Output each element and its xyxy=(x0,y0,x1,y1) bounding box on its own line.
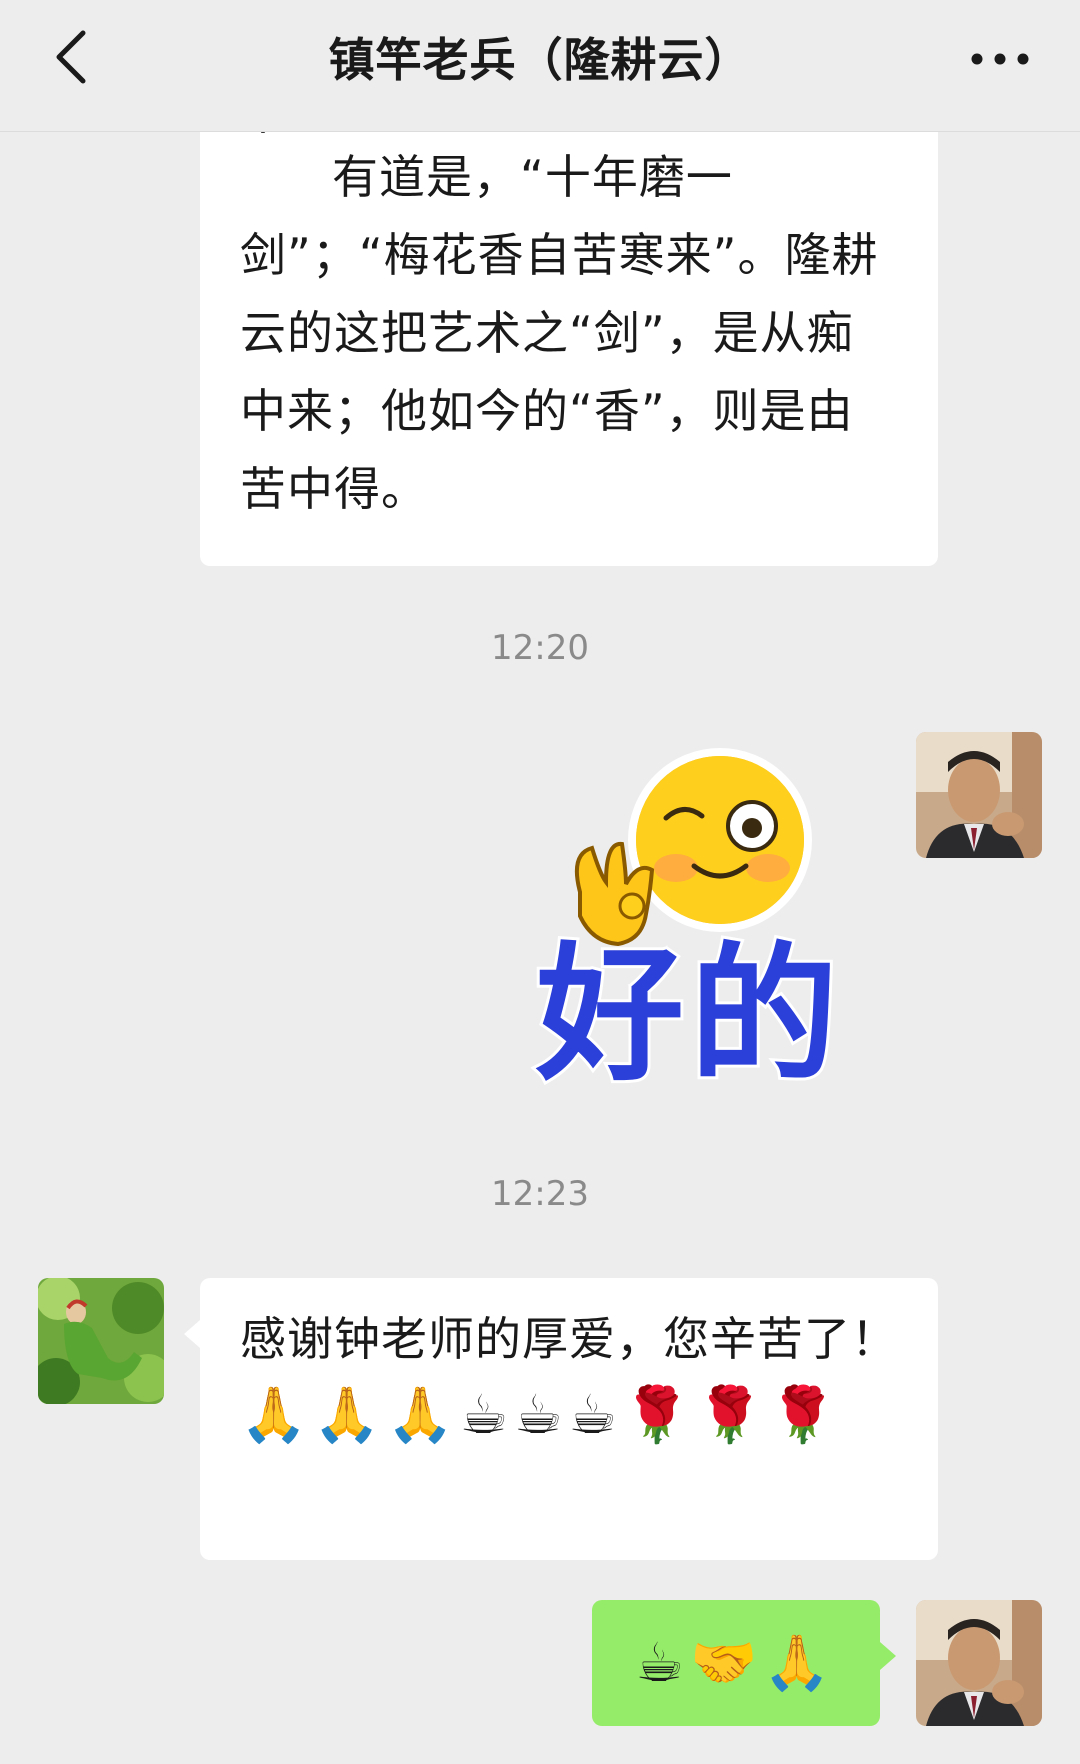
avatar[interactable] xyxy=(916,1600,1042,1726)
message-bubble-received[interactable]: 感谢钟老师的厚爱，您辛苦了！ 🙏🙏🙏☕☕☕🌹🌹🌹 xyxy=(200,1278,938,1560)
user-avatar-photo xyxy=(916,732,1042,858)
message-text: 感谢钟老师的厚爱，您辛苦了！ 🙏🙏🙏☕☕☕🌹🌹🌹 xyxy=(240,1300,910,1456)
avatar[interactable] xyxy=(916,732,1042,858)
contact-avatar-photo xyxy=(38,1278,164,1404)
chat-title: 镇竿老兵（隆耕云） xyxy=(328,33,752,87)
back-button[interactable] xyxy=(36,22,106,92)
timestamp: 12:20 xyxy=(491,628,589,668)
bubble-tail xyxy=(880,1642,896,1670)
message-bubble-received[interactable]: 来。 有道是，“十年磨一剑”；“梅花香自苦寒来”。隆耕云的这把艺术之“剑”，是从… xyxy=(200,132,938,566)
avatar[interactable] xyxy=(38,1278,164,1404)
sticker-message[interactable]: 好的 xyxy=(500,744,880,1104)
more-button[interactable] xyxy=(960,26,1040,92)
chat-header: 镇竿老兵（隆耕云） xyxy=(0,0,1080,132)
chevron-left-icon xyxy=(56,30,86,84)
bubble-tail xyxy=(184,1320,200,1348)
emoji-row: ☕🤝🙏 xyxy=(635,1631,837,1694)
wink-ok-emoji-sticker: 好的 xyxy=(532,748,844,1104)
chat-area[interactable]: 来。 有道是，“十年磨一剑”；“梅花香自苦寒来”。隆耕云的这把艺术之“剑”，是从… xyxy=(0,132,1080,1764)
more-dots-icon xyxy=(971,53,1029,65)
message-text-content: 感谢钟老师的厚爱，您辛苦了！ xyxy=(240,1312,898,1366)
user-avatar-photo xyxy=(916,1600,1042,1726)
emoji-row: 🙏🙏🙏☕☕☕🌹🌹🌹 xyxy=(240,1383,843,1446)
message-text: 有道是，“十年磨一剑”；“梅花香自苦寒来”。隆耕云的这把艺术之“剑”，是从痴中来… xyxy=(240,150,879,516)
timestamp: 12:23 xyxy=(491,1174,589,1214)
message-bubble-sent[interactable]: ☕🤝🙏 xyxy=(592,1600,880,1726)
sticker-text: 好的 xyxy=(535,929,844,1094)
